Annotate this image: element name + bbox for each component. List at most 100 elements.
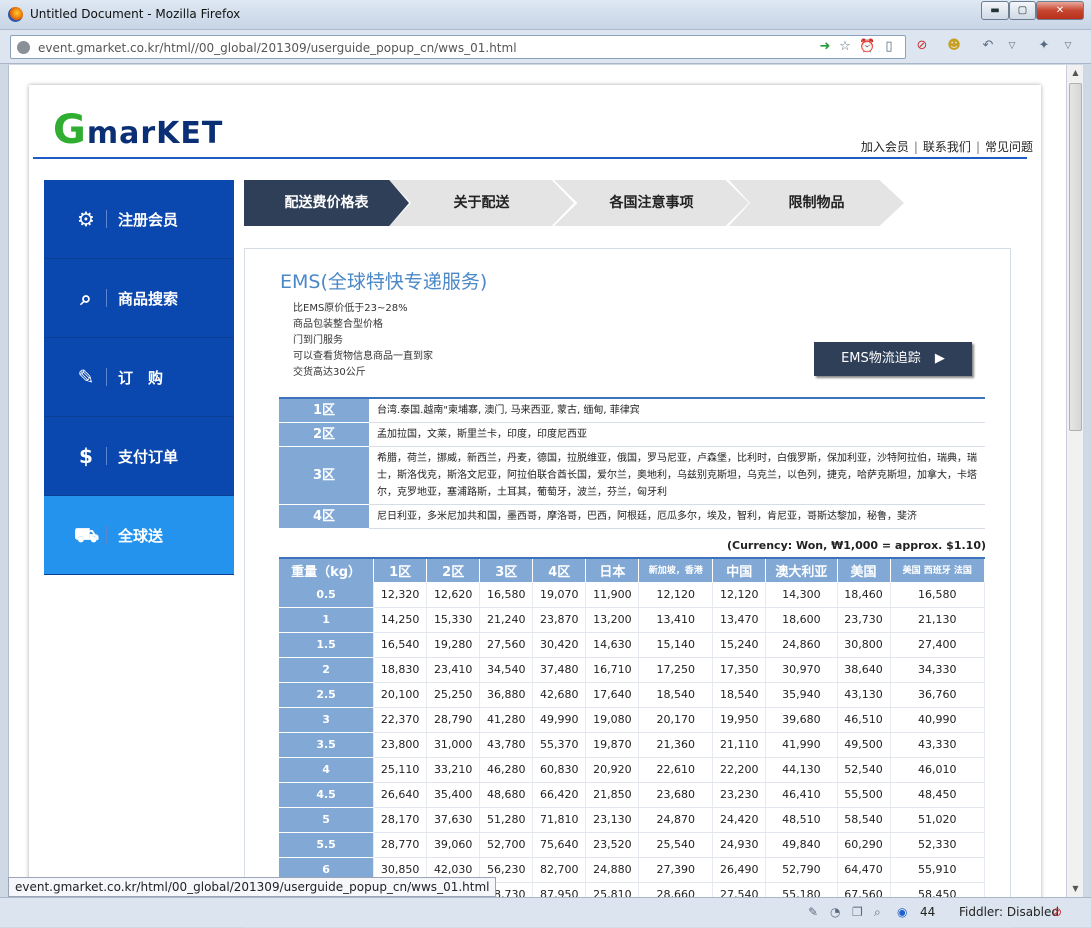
mobile-icon[interactable]: ▯ <box>881 39 897 55</box>
zoom-icon[interactable]: ⌕ <box>874 905 881 920</box>
scroll-down-icon[interactable]: ▼ <box>1067 881 1084 897</box>
go-arrow-icon[interactable]: ➜ <box>817 39 833 55</box>
rate-cell: 52,330 <box>890 832 986 858</box>
link-status-hint: event.gmarket.co.kr/html/00_global/20130… <box>8 877 497 897</box>
rate-cell: 16,540 <box>373 632 428 658</box>
tools-icon[interactable]: ✎ <box>808 905 818 919</box>
url-bar[interactable]: event.gmarket.co.kr/html//00_global/2013… <box>10 35 906 59</box>
table-row: 0.5 12,320 12,620 16,580 19,070 11,900 12,120 1… <box>279 582 986 608</box>
rate-cell: 24,420 <box>712 807 767 833</box>
rate-body: 0.5 12,320 12,620 16,580 19,070 11,900 12,120 1… <box>279 582 986 908</box>
sidenav-label: 订 购 <box>118 369 164 387</box>
menu-chevron-icon[interactable]: ▽ <box>1060 38 1076 54</box>
rate-cell: 52,700 <box>479 832 534 858</box>
scroll-up-icon[interactable]: ▲ <box>1067 65 1084 81</box>
rate-cell: 31,000 <box>426 732 481 758</box>
rate-cell: 22,370 <box>373 707 428 733</box>
contact-link[interactable]: 联系我们 <box>923 140 971 154</box>
rate-cell: 12,120 <box>712 582 767 608</box>
scrollbar-thumb[interactable] <box>1069 83 1082 431</box>
rate-cell: 27,400 <box>890 632 986 658</box>
vertical-scrollbar[interactable]: ▲ ▼ <box>1066 65 1083 897</box>
rate-cell: 28,770 <box>373 832 428 858</box>
currency-note: (Currency: Won, ₩1,000 = approx. $1.10) <box>726 539 986 552</box>
fiddler-status[interactable]: Fiddler: Disabled <box>959 905 1059 919</box>
rate-cell: 43,780 <box>479 732 534 758</box>
extension-icon[interactable]: ✦ <box>1036 38 1052 54</box>
sidenav-item-register[interactable]: ⚙ 注册会员 <box>44 180 234 259</box>
table-row: 1.5 16,540 19,280 27,560 30,420 14,630 15,140 1… <box>279 632 986 658</box>
table-row: 5.5 28,770 39,060 52,700 75,640 23,520 25,540 2… <box>279 832 986 858</box>
rate-cell: 34,330 <box>890 657 986 683</box>
count-badge: 44 <box>920 905 936 919</box>
dropdown-icon[interactable]: ▽ <box>1004 38 1020 54</box>
weight-cell: 4.5 <box>279 782 375 808</box>
rate-cell: 20,100 <box>373 682 428 708</box>
rate-header-cell: 澳大利亚 <box>765 558 838 582</box>
bookmark-star-icon[interactable]: ☆ <box>837 39 853 55</box>
tab-country-notes[interactable]: 各国注意事项 <box>554 180 749 226</box>
faq-link[interactable]: 常见问题 <box>985 140 1033 154</box>
rate-cell: 28,170 <box>373 807 428 833</box>
gmarket-logo[interactable]: GmarKET <box>53 107 223 153</box>
feature-item: 交货高达30公斤 <box>293 367 366 378</box>
sidenav-item-global-shipping[interactable]: ⛟ 全球送 <box>44 496 234 575</box>
tab-shipping-rates[interactable]: 配送费价格表 <box>244 180 409 226</box>
rate-header-cell: 新加坡，香港 <box>638 558 714 582</box>
minimize-button[interactable]: ▬ <box>981 1 1009 20</box>
rate-cell: 18,600 <box>765 607 838 633</box>
ems-tracking-button[interactable]: EMS物流追踪 ▶ <box>814 342 972 376</box>
weight-cell: 3 <box>279 707 375 733</box>
sidenav-item-payment[interactable]: $ 支付订单 <box>44 417 234 496</box>
rate-cell: 66,420 <box>532 782 587 808</box>
rate-table: 重量（kg） 1区 2区 3区 4区 日本 新加坡，香港 中国 澳大利亚 美国 美国 西班牙 法国 … <box>279 557 986 908</box>
sidenav-item-order[interactable]: ✎ 订 购 <box>44 338 234 417</box>
rate-header-cell: 日本 <box>585 558 640 582</box>
zone-countries: 台湾.泰国.越南"柬埔寨, 澳门, 马来西亚, 蒙古, 缅甸, 菲律宾 <box>369 398 985 423</box>
tab-about-shipping[interactable]: 关于配送 <box>389 180 574 226</box>
rate-cell: 25,540 <box>638 832 714 858</box>
rate-cell: 27,560 <box>479 632 534 658</box>
table-row: 2 18,830 23,410 34,540 37,480 16,710 17,250 17,… <box>279 657 986 683</box>
rate-cell: 37,480 <box>532 657 587 683</box>
close-button[interactable]: ✕ <box>1036 1 1084 20</box>
rate-cell: 30,970 <box>765 657 838 683</box>
fiddler-icon[interactable]: ⊘ <box>1052 905 1062 919</box>
rate-cell: 21,110 <box>712 732 767 758</box>
rate-cell: 23,230 <box>712 782 767 808</box>
mask-icon[interactable]: ◔ <box>830 905 840 919</box>
back-icon[interactable]: ↶ <box>980 38 996 54</box>
rate-cell: 25,110 <box>373 757 428 783</box>
adblock-icon[interactable]: ⊘ <box>914 38 930 54</box>
zone-name: 1区 <box>279 398 369 423</box>
rate-cell: 52,540 <box>837 757 891 783</box>
rate-cell: 26,640 <box>373 782 428 808</box>
rate-header-cell: 重量（kg） <box>279 558 375 582</box>
windows-icon[interactable]: ❐ <box>852 905 863 919</box>
rate-cell: 55,910 <box>890 857 986 883</box>
addon-face-icon[interactable]: ☻ <box>946 38 962 54</box>
url-text[interactable]: event.gmarket.co.kr/html//00_global/2013… <box>38 41 517 55</box>
table-row: 4.5 26,640 35,400 48,680 66,420 21,850 23,680 2… <box>279 782 986 808</box>
rate-header-cell: 3区 <box>479 558 534 582</box>
zone-row: 4区 尼日利亚，多米尼加共和国，墨西哥，摩洛哥，巴西，阿根廷，厄瓜多尔，埃及，智利… <box>279 504 985 529</box>
rate-cell: 19,070 <box>532 582 587 608</box>
rate-cell: 30,800 <box>837 632 891 658</box>
rate-cell: 18,460 <box>837 582 891 608</box>
rate-cell: 71,810 <box>532 807 587 833</box>
globe-status-icon[interactable]: ◉ <box>897 905 907 919</box>
sidenav-item-search[interactable]: ⌕ 商品搜索 <box>44 259 234 338</box>
rate-cell: 19,950 <box>712 707 767 733</box>
signup-link[interactable]: 加入会员 <box>861 140 909 154</box>
gear-icon: ⚙ <box>77 207 95 231</box>
maximize-button[interactable]: ▢ <box>1009 1 1036 20</box>
rate-cell: 51,020 <box>890 807 986 833</box>
rate-cell: 42,680 <box>532 682 587 708</box>
rate-cell: 16,580 <box>890 582 986 608</box>
alarm-clock-icon[interactable]: ⏰ <box>859 39 875 55</box>
header-divider <box>33 157 1027 159</box>
rate-cell: 19,280 <box>426 632 481 658</box>
rate-cell: 20,170 <box>638 707 714 733</box>
rate-cell: 36,880 <box>479 682 534 708</box>
tab-restricted-items[interactable]: 限制物品 <box>729 180 904 226</box>
